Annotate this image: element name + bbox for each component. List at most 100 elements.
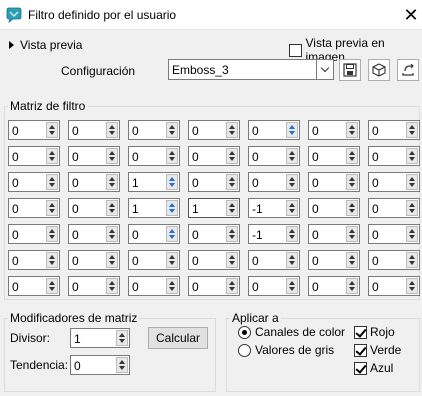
matrix-cell-spin-buttons[interactable] [46,174,58,190]
spin-up-icon[interactable] [109,177,115,181]
spin-up-icon[interactable] [229,177,235,181]
matrix-cell-r3-c3[interactable]: 1 [188,198,240,218]
spin-up-icon[interactable] [349,229,355,233]
spin-down-icon[interactable] [49,131,55,135]
spin-up-icon[interactable] [49,151,55,155]
image-preview-check-icon[interactable] [289,43,302,57]
spin-up-icon[interactable] [109,229,115,233]
spin-down-icon[interactable] [169,131,175,135]
matrix-cell-spin-buttons[interactable] [106,174,118,190]
matrix-cell-r4-c0[interactable]: 0 [8,224,60,244]
matrix-cell-spin-buttons[interactable] [286,148,298,164]
matrix-cell-spin-buttons[interactable] [406,278,418,294]
spin-up-icon[interactable] [409,125,415,129]
spin-down-icon[interactable] [349,261,355,265]
spin-up-icon[interactable] [169,229,175,233]
matrix-cell-spin-buttons[interactable] [166,252,178,268]
spin-down-icon[interactable] [49,183,55,187]
spin-down-icon[interactable] [169,287,175,291]
matrix-cell-r2-c4[interactable]: 0 [248,172,300,192]
matrix-cell-r6-c5[interactable]: 0 [308,276,360,296]
spin-down-icon[interactable] [169,261,175,265]
spin-down-icon[interactable] [229,157,235,161]
close-button[interactable]: ✕ [400,0,422,30]
matrix-cell-r5-c2[interactable]: 0 [128,250,180,270]
spin-down-icon[interactable] [109,209,115,213]
matrix-cell-r3-c5[interactable]: 0 [308,198,360,218]
spin-up-icon[interactable] [289,281,295,285]
matrix-cell-r4-c5[interactable]: 0 [308,224,360,244]
matrix-cell-spin-buttons[interactable] [346,148,358,164]
spin-down-icon[interactable] [349,209,355,213]
matrix-cell-spin-buttons[interactable] [286,122,298,138]
spin-up-icon[interactable] [229,229,235,233]
radio-gray-icon[interactable] [238,343,251,357]
spin-down-icon[interactable] [409,157,415,161]
matrix-cell-r4-c1[interactable]: 0 [68,224,120,244]
matrix-cell-spin-buttons[interactable] [406,252,418,268]
matrix-cell-spin-buttons[interactable] [226,122,238,138]
spin-up-icon[interactable] [169,203,175,207]
spin-down-icon[interactable] [109,287,115,291]
matrix-cell-spin-buttons[interactable] [346,122,358,138]
spin-up-icon[interactable] [229,125,235,129]
matrix-cell-spin-buttons[interactable] [46,148,58,164]
matrix-cell-r6-c4[interactable]: 0 [248,276,300,296]
bias-spinbox[interactable]: 0 [70,355,130,375]
spin-up-icon[interactable] [349,125,355,129]
spin-up-icon[interactable] [119,360,125,364]
spin-down-icon[interactable] [109,235,115,239]
spin-down-icon[interactable] [109,131,115,135]
spin-up-icon[interactable] [409,177,415,181]
preview-toggle[interactable]: Vista previa [9,38,82,52]
matrix-cell-r5-c0[interactable]: 0 [8,250,60,270]
matrix-cell-r0-c5[interactable]: 0 [308,120,360,140]
spin-down-icon[interactable] [169,157,175,161]
spin-up-icon[interactable] [409,151,415,155]
matrix-cell-spin-buttons[interactable] [226,226,238,242]
calculate-button[interactable]: Calcular [148,327,208,349]
matrix-cell-r6-c1[interactable]: 0 [68,276,120,296]
spin-up-icon[interactable] [169,125,175,129]
config-combobox[interactable]: Emboss_3 [168,59,334,80]
spin-down-icon[interactable] [49,157,55,161]
spin-down-icon[interactable] [169,209,175,213]
spin-down-icon[interactable] [409,131,415,135]
spin-down-icon[interactable] [289,131,295,135]
matrix-cell-spin-buttons[interactable] [346,252,358,268]
spin-up-icon[interactable] [409,255,415,259]
matrix-cell-r3-c6[interactable]: 0 [368,198,420,218]
matrix-cell-r2-c1[interactable]: 0 [68,172,120,192]
spin-down-icon[interactable] [409,183,415,187]
spin-down-icon[interactable] [169,183,175,187]
spin-up-icon[interactable] [49,177,55,181]
spin-up-icon[interactable] [409,229,415,233]
matrix-cell-r2-c0[interactable]: 0 [8,172,60,192]
matrix-cell-spin-buttons[interactable] [406,200,418,216]
bias-spin-buttons[interactable] [116,357,128,373]
spin-down-icon[interactable] [409,209,415,213]
matrix-cell-r6-c2[interactable]: 0 [128,276,180,296]
divisor-spin-buttons[interactable] [116,330,128,346]
spin-down-icon[interactable] [169,235,175,239]
matrix-cell-spin-buttons[interactable] [226,200,238,216]
matrix-cell-spin-buttons[interactable] [226,174,238,190]
matrix-cell-r1-c4[interactable]: 0 [248,146,300,166]
spin-up-icon[interactable] [349,151,355,155]
matrix-cell-spin-buttons[interactable] [166,278,178,294]
matrix-cell-spin-buttons[interactable] [346,174,358,190]
matrix-cell-spin-buttons[interactable] [286,278,298,294]
matrix-cell-spin-buttons[interactable] [46,200,58,216]
spin-down-icon[interactable] [409,261,415,265]
spin-down-icon[interactable] [229,183,235,187]
matrix-cell-spin-buttons[interactable] [406,148,418,164]
spin-up-icon[interactable] [289,177,295,181]
spin-down-icon[interactable] [229,261,235,265]
red-checkbox[interactable]: Rojo [354,325,395,339]
spin-down-icon[interactable] [109,261,115,265]
spin-up-icon[interactable] [169,151,175,155]
matrix-cell-spin-buttons[interactable] [166,148,178,164]
matrix-cell-spin-buttons[interactable] [166,226,178,242]
matrix-cell-spin-buttons[interactable] [286,252,298,268]
spin-down-icon[interactable] [289,235,295,239]
